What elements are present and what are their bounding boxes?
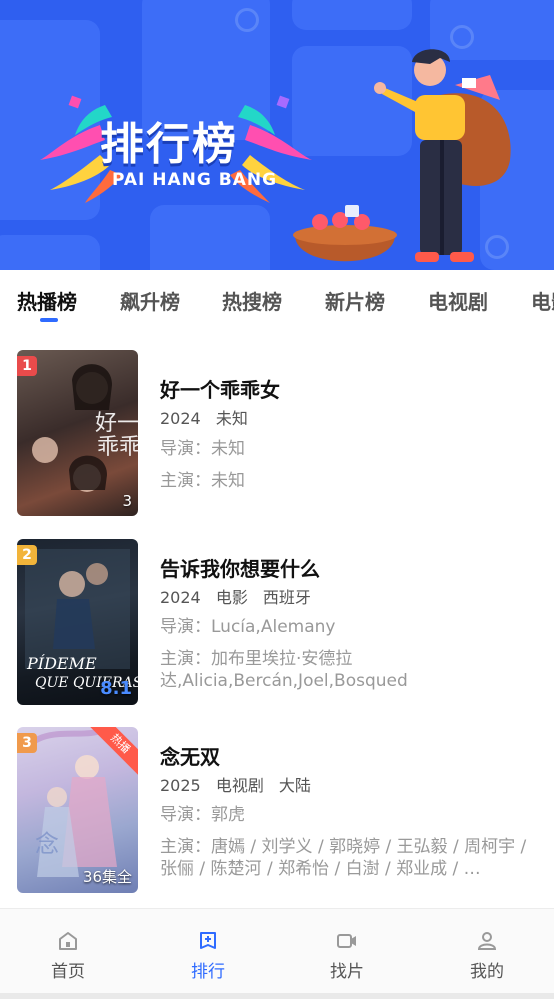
tab-hot-play[interactable]: 热播榜 bbox=[17, 286, 77, 315]
item-tag: 大陆 bbox=[278, 776, 311, 795]
item-tag: 西班牙 bbox=[262, 588, 311, 607]
nav-profile[interactable]: 我的 bbox=[447, 931, 527, 982]
poster-image: 念 热播 3 36集全 bbox=[17, 727, 138, 893]
item-year: 2024 bbox=[160, 409, 201, 428]
svg-text:念: 念 bbox=[35, 830, 59, 858]
home-icon bbox=[59, 932, 77, 950]
list-item[interactable]: 好一个 乖乖女 1 3 好一个乖乖女 2024 未知 导演：未知 主演：未知 bbox=[0, 350, 554, 518]
bottom-navigation: 首页 排行 找片 我的 bbox=[0, 908, 554, 994]
item-title[interactable]: 念无双 bbox=[160, 741, 220, 770]
user-icon bbox=[477, 932, 497, 950]
nav-home-label: 首页 bbox=[51, 962, 85, 982]
tab-rising[interactable]: 飙升榜 bbox=[120, 286, 180, 315]
item-cast: 主演：唐嫣 / 刘学义 / 郭晓婷 / 王弘毅 / 周柯宇 / 张俪 / 陈楚河… bbox=[160, 837, 527, 879]
rank-badge: 3 bbox=[17, 733, 37, 753]
nav-ranking[interactable]: 排行 bbox=[168, 931, 248, 982]
banner-title: 排行榜 bbox=[100, 119, 238, 170]
video-camera-icon bbox=[337, 934, 356, 948]
nav-ranking-label: 排行 bbox=[191, 962, 225, 982]
rank-badge: 2 bbox=[17, 545, 37, 565]
item-tag: 未知 bbox=[215, 409, 248, 428]
item-tag: 电影 bbox=[215, 588, 248, 607]
svg-text:乖乖女: 乖乖女 bbox=[97, 435, 138, 460]
svg-text:好一个: 好一个 bbox=[95, 411, 138, 436]
tab-new-release[interactable]: 新片榜 bbox=[325, 286, 385, 315]
rating-score: 8.1 bbox=[100, 678, 132, 699]
item-cast: 主演：未知 bbox=[160, 471, 245, 491]
nav-find-label: 找片 bbox=[330, 962, 364, 982]
banner-bg-card bbox=[0, 235, 100, 270]
tab-movie[interactable]: 电影 bbox=[531, 286, 554, 315]
ranking-icon bbox=[200, 932, 216, 949]
item-title[interactable]: 告诉我你想要什么 bbox=[160, 553, 320, 582]
item-cast: 主演：加布里埃拉·安德拉达,Alicia,Bercán,Joel,Bosqued bbox=[160, 649, 408, 691]
list-item[interactable]: 念 热播 3 36集全 念无双 2025 电视剧 大陆 导演：郭虎 主演：唐嫣 … bbox=[0, 727, 554, 895]
item-tag: 电视剧 bbox=[215, 776, 264, 795]
item-year: 2024 bbox=[160, 588, 201, 607]
svg-text:PÍDEME: PÍDEME bbox=[26, 653, 97, 673]
item-meta: 2024 电影 西班牙 bbox=[160, 584, 321, 608]
poster-image: 好一个 乖乖女 1 3 bbox=[17, 350, 138, 516]
item-director: 导演：郭虎 bbox=[160, 805, 245, 825]
nav-profile-label: 我的 bbox=[470, 962, 504, 982]
nav-find[interactable]: 找片 bbox=[307, 931, 387, 982]
banner-illustration bbox=[293, 49, 511, 262]
episode-count: 36集全 bbox=[82, 868, 132, 886]
poster-image: PÍDEME QUE QUIERAS 2 8.1 bbox=[17, 539, 138, 705]
list-item[interactable]: PÍDEME QUE QUIERAS 2 8.1 告诉我你想要什么 2024 电… bbox=[0, 539, 554, 707]
item-year: 2025 bbox=[160, 776, 201, 795]
item-director: 导演：未知 bbox=[160, 439, 245, 459]
item-title[interactable]: 好一个乖乖女 bbox=[160, 374, 280, 403]
tab-hot-search[interactable]: 热搜榜 bbox=[222, 286, 282, 315]
item-meta: 2024 未知 bbox=[160, 405, 258, 429]
active-tab-indicator bbox=[40, 318, 58, 322]
item-director: 导演：Lucía,Alemany bbox=[160, 617, 336, 637]
item-meta: 2025 电视剧 大陆 bbox=[160, 772, 321, 796]
category-tabs: 热播榜 飙升榜 热搜榜 新片榜 电视剧 电影 bbox=[0, 270, 554, 334]
nav-home[interactable]: 首页 bbox=[28, 931, 108, 982]
banner-subtitle: PAI HANG BANG bbox=[112, 170, 278, 190]
banner-dot bbox=[235, 8, 259, 32]
system-gesture-bar bbox=[0, 993, 554, 999]
banner-bg-card bbox=[292, 0, 412, 30]
episode-count: 3 bbox=[122, 492, 132, 510]
ranking-banner: 排行榜 PAI HANG BANG bbox=[0, 0, 554, 270]
tab-tv-series[interactable]: 电视剧 bbox=[428, 286, 488, 315]
rank-badge: 1 bbox=[17, 356, 37, 376]
banner-bg-card bbox=[150, 205, 270, 270]
